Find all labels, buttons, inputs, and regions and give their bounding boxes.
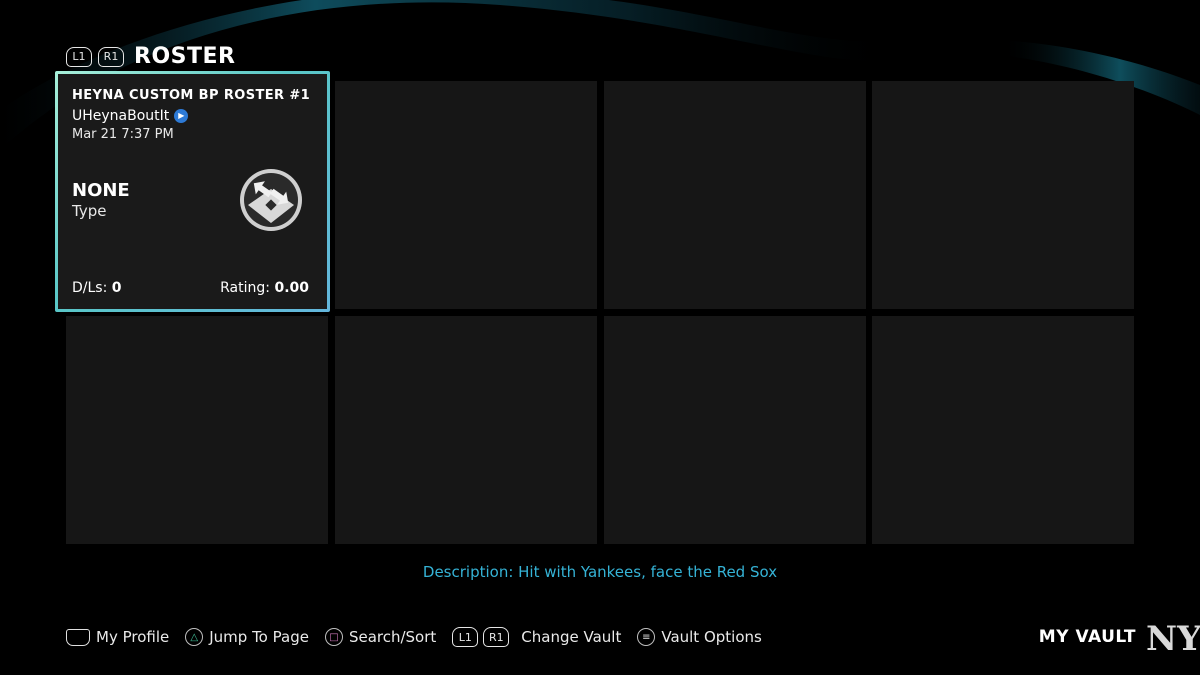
triangle-button-icon: △: [185, 628, 204, 646]
empty-slot-2[interactable]: [335, 81, 597, 309]
rating-value: 0.00: [274, 280, 309, 296]
roster-header: L1 R1 ROSTER: [66, 44, 235, 69]
vault-label: MY VAULT: [1038, 627, 1136, 647]
page-title: ROSTER: [134, 44, 236, 69]
roster-date: Mar 21 7:37 PM: [72, 127, 174, 142]
change-vault-prompt[interactable]: L1 R1 Change Vault: [452, 627, 621, 647]
r1-button-icon[interactable]: R1: [98, 46, 124, 67]
search-sort-label: Search/Sort: [348, 628, 437, 646]
roster-type-value: NONE: [72, 180, 130, 201]
roster-author: UHeynaBoutIt ▶: [72, 108, 189, 124]
search-sort-prompt[interactable]: □ Search/Sort: [324, 628, 437, 646]
empty-slot-6[interactable]: [335, 316, 597, 544]
author-username: UHeynaBoutIt: [72, 108, 170, 124]
change-vault-label: Change Vault: [521, 628, 622, 646]
l1-button-icon[interactable]: L1: [66, 46, 92, 67]
playstation-icon: ▶: [174, 109, 189, 123]
roster-description: Description: Hit with Yankees, face the …: [422, 563, 778, 581]
empty-slot-5[interactable]: [66, 316, 328, 544]
touchpad-icon: [66, 628, 90, 646]
downloads-value: 0: [111, 280, 122, 296]
yankees-logo: NY: [1146, 619, 1200, 659]
roster-downloads: D/Ls: 0: [72, 280, 122, 296]
empty-slot-8[interactable]: [872, 316, 1134, 544]
roster-type-label: Type: [72, 202, 107, 220]
square-button-icon: □: [324, 628, 343, 646]
button-prompts: My Profile △ Jump To Page □ Search/Sort …: [66, 627, 778, 647]
roster-card-selected[interactable]: HEYNA CUSTOM BP ROSTER #1 UHeynaBoutIt ▶…: [55, 71, 330, 312]
r1-button-icon: R1: [483, 627, 510, 647]
downloads-label: D/Ls:: [72, 280, 108, 296]
vault-options-prompt[interactable]: ≡ Vault Options: [637, 628, 762, 646]
roster-exchange-icon: [240, 169, 302, 231]
rating-label: Rating:: [220, 280, 270, 296]
jump-to-page-label: Jump To Page: [209, 628, 309, 646]
roster-rating: Rating: 0.00: [220, 280, 309, 296]
roster-title: HEYNA CUSTOM BP ROSTER #1: [72, 88, 311, 103]
my-profile-prompt[interactable]: My Profile: [66, 628, 169, 646]
empty-slot-7[interactable]: [604, 316, 866, 544]
my-profile-label: My Profile: [96, 628, 170, 646]
options-button-icon: ≡: [637, 628, 656, 646]
empty-slot-4[interactable]: [872, 81, 1134, 309]
l1-button-icon: L1: [452, 627, 479, 647]
vault-options-label: Vault Options: [661, 628, 762, 646]
jump-to-page-prompt[interactable]: △ Jump To Page: [185, 628, 309, 646]
empty-slot-3[interactable]: [604, 81, 866, 309]
